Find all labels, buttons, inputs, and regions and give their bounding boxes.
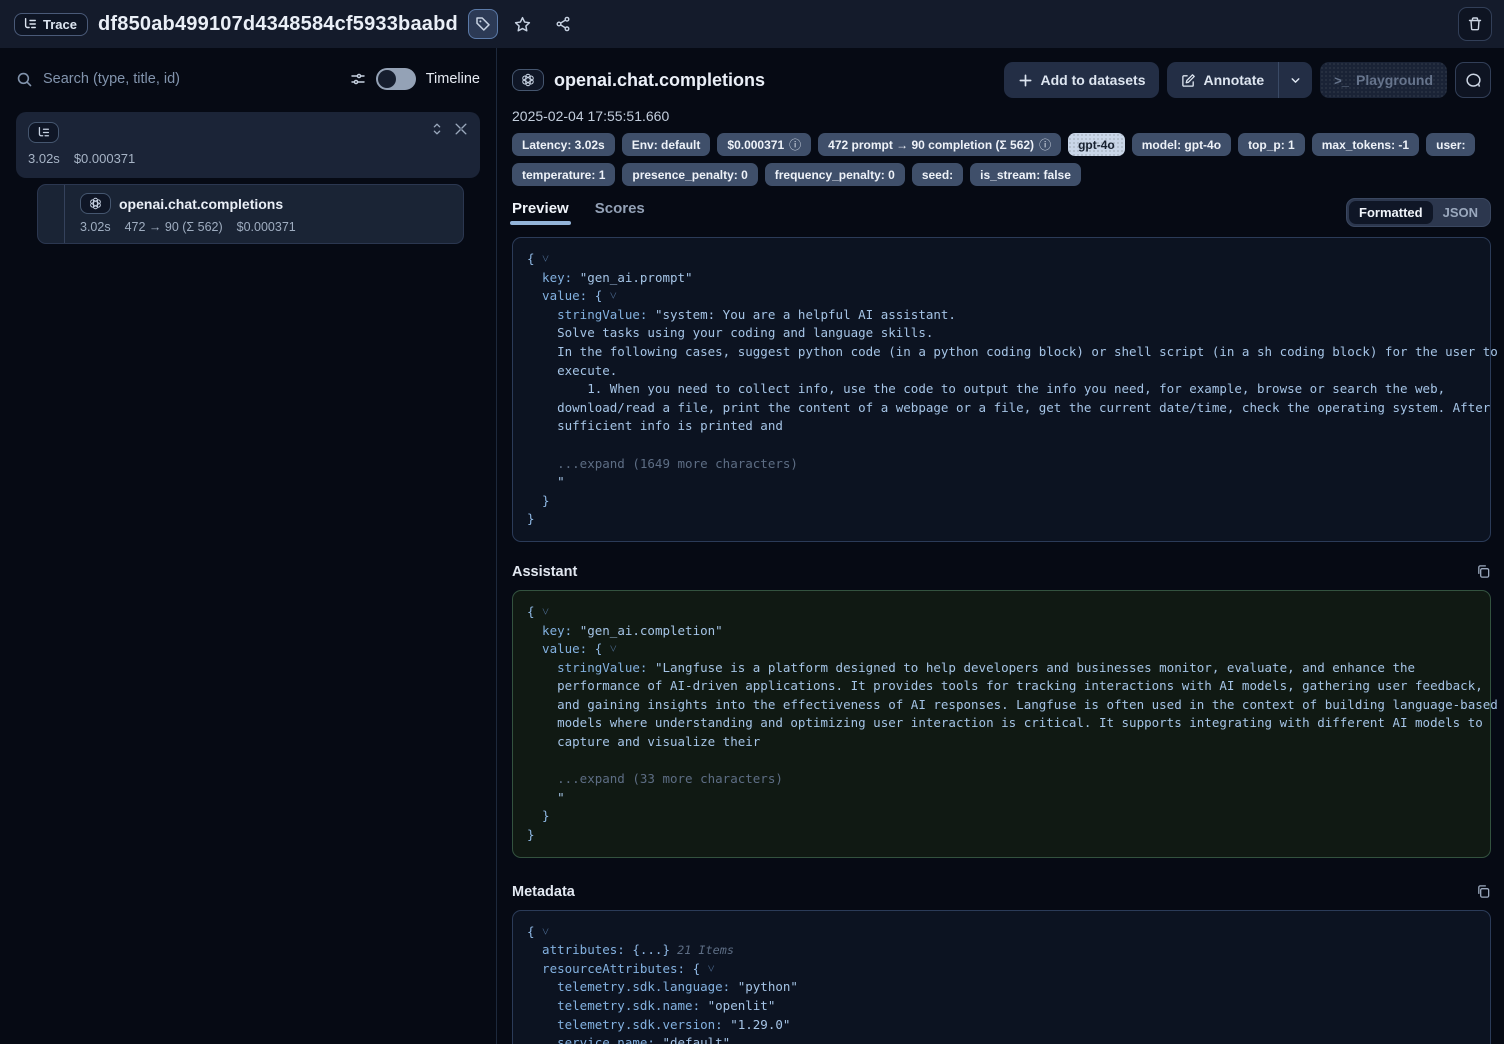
temperature-badge: temperature: 1: [512, 163, 615, 186]
page-title: openai.chat.completions: [554, 70, 765, 91]
search-icon: [16, 71, 33, 88]
trace-card[interactable]: 3.02s $0.000371: [16, 112, 480, 178]
copy-assistant-button[interactable]: [1476, 564, 1491, 579]
openai-icon: [512, 69, 544, 91]
prompt-json-viewer[interactable]: { ˅ key: "gen_ai.prompt" value: { ˅ stri…: [512, 237, 1491, 542]
terminal-icon: >_: [1334, 73, 1349, 88]
copy-icon: [1476, 884, 1491, 899]
info-icon: ⓘ: [1039, 136, 1051, 153]
trace-type-badge: Trace: [14, 13, 88, 36]
info-icon: ⓘ: [789, 136, 801, 153]
share-icon: [555, 16, 571, 32]
timestamp: 2025-02-04 17:55:51.660: [512, 108, 1491, 124]
delete-trace-button[interactable]: [1458, 7, 1492, 41]
annotate-button-group: Annotate: [1167, 62, 1312, 98]
tab-scores[interactable]: Scores: [595, 200, 645, 225]
is-stream-badge: is_stream: false: [970, 163, 1081, 186]
model-pill-badge[interactable]: gpt-4o: [1068, 133, 1125, 156]
comment-button[interactable]: [1455, 62, 1491, 98]
tab-preview[interactable]: Preview: [512, 200, 569, 225]
observation-item-selected[interactable]: openai.chat.completions 3.02s 472 → 90 (…: [37, 184, 464, 244]
badge-row-1: Latency: 3.02s Env: default $0.000371ⓘ 4…: [512, 133, 1491, 186]
top-p-badge: top_p: 1: [1238, 133, 1305, 156]
tag-icon: [475, 16, 491, 32]
cost-badge[interactable]: $0.000371ⓘ: [717, 133, 811, 156]
observation-detail-panel: openai.chat.completions Add to datasets: [497, 48, 1504, 1044]
star-icon: [514, 16, 531, 33]
playground-button[interactable]: >_ Playground: [1320, 62, 1447, 98]
plus-icon: [1018, 73, 1033, 88]
openai-icon: [80, 193, 111, 214]
env-badge: Env: default: [622, 133, 711, 156]
comment-bubble-icon: [1465, 72, 1482, 89]
filter-settings-icon[interactable]: [350, 71, 366, 87]
timeline-toggle-label: Timeline: [426, 71, 480, 87]
timeline-toggle[interactable]: [376, 68, 416, 90]
annotate-button[interactable]: Annotate: [1167, 62, 1278, 98]
format-toggle: Formatted JSON: [1346, 198, 1491, 227]
tokens-badge[interactable]: 472 prompt → 90 completion (Σ 562)ⓘ: [818, 133, 1061, 156]
metadata-section-title: Metadata: [512, 884, 575, 900]
format-formatted-option[interactable]: Formatted: [1349, 201, 1433, 224]
model-badge: model: gpt-4o: [1132, 133, 1231, 156]
tab-bar: Preview Scores Formatted JSON: [512, 198, 1491, 227]
observation-duration: 3.02s: [80, 220, 111, 234]
share-button[interactable]: [548, 9, 578, 39]
trace-sidebar: Timeline: [0, 48, 497, 1044]
seed-badge: seed:: [912, 163, 963, 186]
tree-guide-line: [64, 185, 65, 243]
expand-all-icon[interactable]: [430, 122, 444, 136]
add-to-datasets-button[interactable]: Add to datasets: [1004, 62, 1159, 98]
trace-label: Trace: [43, 17, 77, 32]
annotate-dropdown-button[interactable]: [1279, 62, 1312, 98]
trash-icon: [1467, 16, 1483, 32]
chevron-down-icon: [1289, 74, 1302, 87]
trace-duration: 3.02s: [28, 151, 60, 166]
annotate-pencil-icon: [1181, 73, 1196, 88]
observation-tokens: 472 → 90 (Σ 562): [125, 220, 223, 234]
trace-cost: $0.000371: [74, 151, 135, 166]
assistant-json-viewer[interactable]: { ˅ key: "gen_ai.completion" value: { ˅ …: [512, 590, 1491, 858]
top-bar: Trace df850ab499107d4348584cf5933baabd: [0, 0, 1504, 48]
presence-penalty-badge: presence_penalty: 0: [622, 163, 757, 186]
user-badge: user:: [1426, 133, 1475, 156]
tag-button[interactable]: [468, 9, 498, 39]
copy-icon: [1476, 564, 1491, 579]
collapse-all-icon[interactable]: [454, 122, 468, 136]
assistant-section-title: Assistant: [512, 564, 577, 580]
copy-metadata-button[interactable]: [1476, 884, 1491, 899]
metadata-json-viewer[interactable]: { ˅ attributes: {...} 21 Items resourceA…: [512, 910, 1491, 1044]
observation-cost: $0.000371: [237, 220, 296, 234]
latency-badge: Latency: 3.02s: [512, 133, 615, 156]
frequency-penalty-badge: frequency_penalty: 0: [765, 163, 905, 186]
trace-id: df850ab499107d4348584cf5933baabd: [98, 13, 458, 36]
trace-tree-icon: [23, 17, 37, 31]
observation-name: openai.chat.completions: [119, 196, 283, 212]
star-button[interactable]: [508, 9, 538, 39]
search-input[interactable]: [43, 71, 340, 87]
max-tokens-badge: max_tokens: -1: [1312, 133, 1419, 156]
format-json-option[interactable]: JSON: [1433, 201, 1488, 224]
trace-tree-icon: [28, 122, 59, 143]
